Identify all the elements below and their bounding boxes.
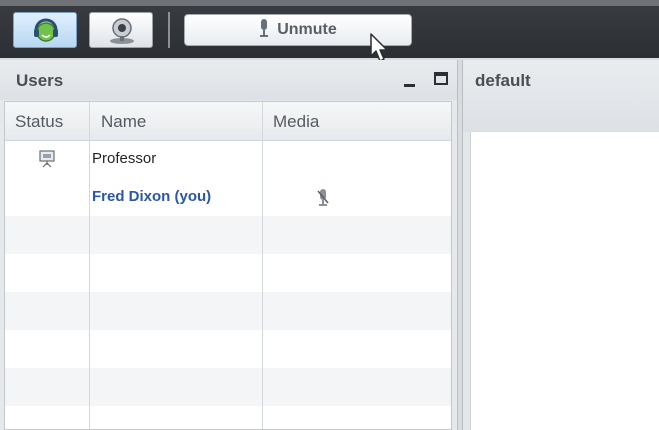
- table-row: [5, 330, 451, 368]
- presenter-icon: [38, 150, 56, 173]
- table-row: [5, 254, 451, 292]
- headset-phone-icon: [34, 18, 58, 42]
- table-row: [5, 292, 451, 330]
- microphone-muted-icon[interactable]: [316, 188, 330, 213]
- column-header-media[interactable]: Media: [273, 112, 319, 132]
- users-table: Status Name Media Professor Fred Dixon (…: [4, 101, 452, 430]
- users-panel-title: Users: [16, 71, 64, 90]
- toolbar-top-edge: [0, 0, 659, 6]
- default-panel-header: default: [463, 60, 659, 132]
- join-audio-button[interactable]: [13, 12, 77, 48]
- minimize-icon[interactable]: [404, 84, 415, 87]
- table-header: Status Name Media: [5, 102, 451, 141]
- default-panel-body: [470, 132, 659, 430]
- table-row: [5, 216, 451, 254]
- toolbar-separator: [168, 12, 170, 48]
- users-panel: Users Status Name Media Professor Fred D…: [0, 60, 458, 430]
- maximize-icon[interactable]: [434, 72, 448, 85]
- microphone-icon: [259, 18, 269, 42]
- table-row: [5, 406, 451, 429]
- user-row-self[interactable]: Fred Dixon (you): [5, 178, 451, 216]
- user-row-professor[interactable]: Professor: [5, 140, 451, 178]
- default-panel: default: [462, 60, 659, 430]
- top-toolbar: Unmute: [0, 0, 659, 62]
- user-name: Professor: [92, 150, 157, 167]
- user-name-self: Fred Dixon (you): [92, 188, 212, 205]
- users-panel-header: Users: [0, 60, 457, 100]
- default-panel-title: default: [475, 71, 531, 90]
- column-header-name[interactable]: Name: [101, 112, 146, 132]
- share-webcam-button[interactable]: [89, 12, 153, 48]
- webcam-icon: [110, 18, 134, 44]
- unmute-label: Unmute: [277, 21, 337, 38]
- table-row: [5, 368, 451, 406]
- column-header-status[interactable]: Status: [15, 112, 63, 132]
